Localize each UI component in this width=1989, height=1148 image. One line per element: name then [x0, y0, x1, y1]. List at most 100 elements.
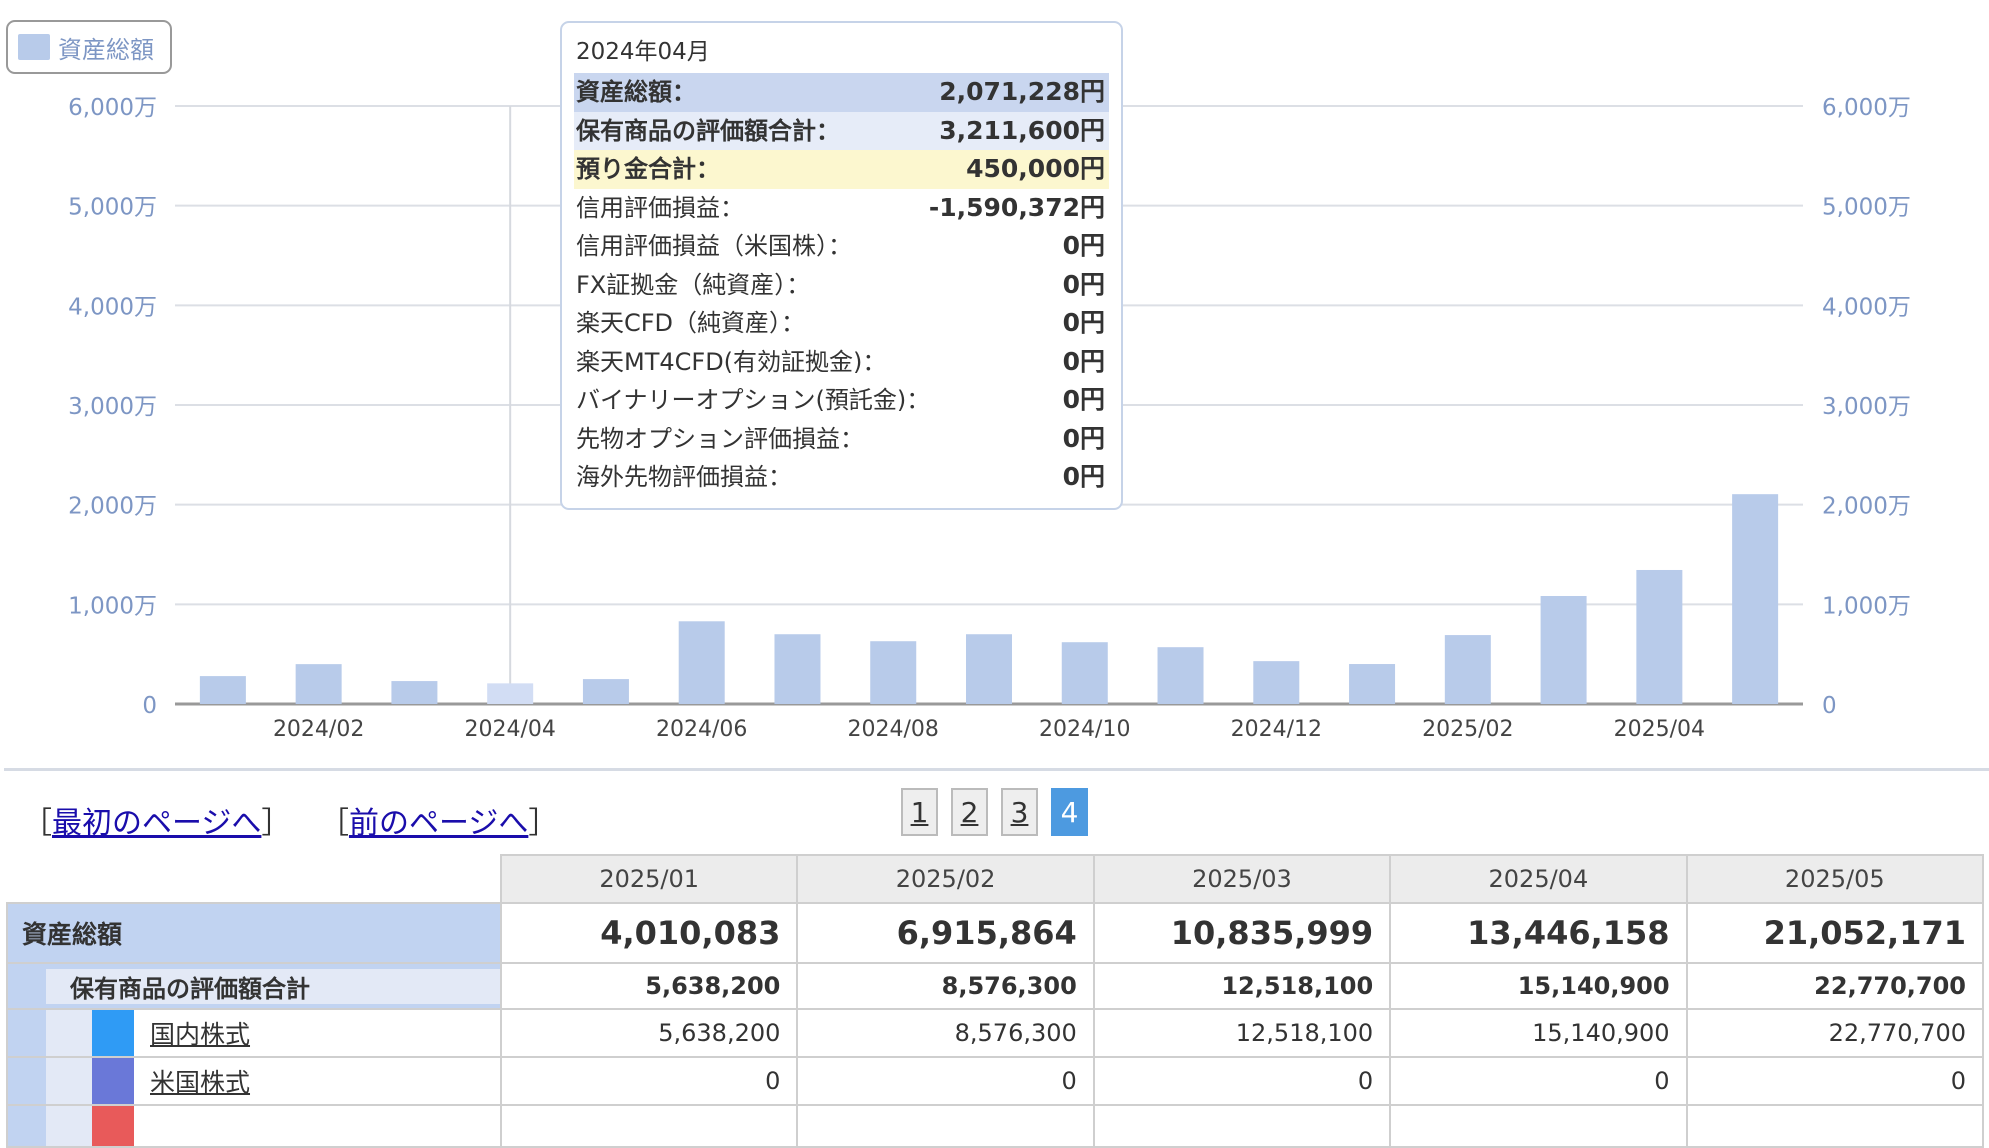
tooltip-row: 海外先物評価損益： 0円: [576, 462, 1105, 491]
y-tick-label-left: 6,000万: [68, 95, 157, 121]
x-tick-label: 2024/04: [464, 717, 555, 742]
page-nav-links: ［最初のページへ］ ［前のページへ］: [22, 806, 559, 841]
x-tick-label: 2024/02: [273, 717, 364, 742]
y-tick-label-right: 6,000万: [1822, 95, 1911, 121]
y-tick-label-left: 2,000万: [68, 494, 157, 520]
bar-2024/04: [487, 683, 534, 704]
cell-value: 22,770,700: [1685, 962, 1985, 1010]
cell-value: 13,446,158: [1389, 902, 1688, 964]
asset-chart: 0 1,000万 2,000万 3,000万 4,000万 5,000万 6,000万 0 1…: [0, 0, 1989, 760]
page-4-button[interactable]: 4: [1051, 788, 1088, 836]
cell-value: 0: [796, 1056, 1095, 1106]
y-tick-label-right: 5,000万: [1822, 195, 1911, 221]
y-tick-label-left: 3,000万: [68, 394, 157, 420]
domestic-stocks-link[interactable]: 国内株式: [150, 1015, 250, 1051]
bar-2024/03: [391, 681, 438, 704]
cell-value: 21,052,171: [1685, 902, 1985, 964]
table-row-partial: [6, 1104, 1985, 1148]
tooltip-row: 先物オプション評価損益： 0円: [576, 423, 1105, 453]
bar-2024/02: [295, 664, 342, 704]
page-3-button[interactable]: 3: [1001, 788, 1038, 836]
bar-2025/02: [1444, 635, 1491, 704]
cell-value: 22,770,700: [1685, 1008, 1985, 1058]
section-divider: [4, 768, 1989, 771]
tooltip-row: 信用評価損益： -1,590,372円: [576, 192, 1105, 222]
legend-swatch: [18, 34, 50, 60]
y-tick-label-right: 4,000万: [1822, 294, 1911, 320]
y-tick-label-right: 2,000万: [1822, 494, 1911, 520]
bar-2024/07: [774, 634, 821, 704]
bar-2024/09: [966, 634, 1012, 704]
y-tick-label-left: 5,000万: [68, 195, 157, 221]
tooltip-title: 2024年04月: [576, 39, 710, 65]
column-header: 2025/01: [499, 854, 799, 904]
first-page-link[interactable]: 最初のページへ: [52, 806, 261, 841]
bar-2024/11: [1157, 647, 1204, 704]
table-row-domestic-stocks: 国内株式 5,638,200 8,576,300 12,518,100 15,1…: [6, 1008, 1985, 1058]
bar-2024/08: [870, 641, 917, 704]
y-tick-label-left: 0: [142, 693, 157, 719]
column-header: 2025/04: [1389, 854, 1688, 904]
page-2-button[interactable]: 2: [951, 788, 988, 836]
cell-value: 12,518,100: [1092, 1008, 1392, 1058]
cell-value: 8,576,300: [796, 1008, 1095, 1058]
tooltip-row: 信用評価損益（米国株）： 0円: [576, 231, 1105, 260]
tooltip-row: バイナリーオプション(預託金)： 0円: [576, 385, 1105, 414]
y-tick-label-right: 3,000万: [1822, 394, 1911, 420]
bar-2024/12: [1253, 661, 1300, 704]
x-tick-label: 2024/08: [848, 717, 939, 742]
pagination: 1 2 3 4: [901, 788, 1088, 836]
bar-2025/05: [1732, 494, 1779, 704]
table-row-total-assets: 資産総額 4,010,083 6,915,864 10,835,999 13,4…: [6, 902, 1985, 964]
column-header: 2025/02: [796, 854, 1095, 904]
x-tick-label: 2024/12: [1231, 717, 1322, 742]
legend-item[interactable]: 資産総額: [6, 20, 172, 74]
cell-value: 12,518,100: [1092, 962, 1392, 1010]
y-tick-label-left: 4,000万: [68, 294, 157, 320]
x-tick-label: 2025/04: [1614, 717, 1705, 742]
table-row-us-stocks: 米国株式 0 0 0 0 0: [6, 1056, 1985, 1106]
row-label: 保有商品の評価額合計: [46, 968, 500, 1004]
cell-value: 10,835,999: [1092, 902, 1392, 964]
bar-2024/01: [199, 676, 246, 704]
page-1-button[interactable]: 1: [901, 788, 938, 836]
cell-value: 15,140,900: [1389, 962, 1688, 1010]
header-blank: [7, 855, 502, 904]
bar-2024/05: [582, 679, 629, 704]
tooltip-row: FX証拠金（純資産）： 0円: [576, 269, 1105, 299]
x-tick-label: 2024/10: [1039, 717, 1130, 742]
bar-2025/01: [1349, 664, 1396, 704]
cell-value: 0: [1685, 1056, 1985, 1106]
cell-value: 5,638,200: [499, 962, 799, 1010]
bar-2025/04: [1636, 569, 1683, 704]
column-header: 2025/05: [1685, 854, 1985, 904]
tooltip-row: 楽天CFD（純資産）： 0円: [576, 308, 1105, 337]
y-tick-label-right: 0: [1822, 693, 1837, 719]
y-axis-right: 0 1,000万 2,000万 3,000万 4,000万 5,000万 6,000万: [1822, 95, 1911, 719]
x-tick-label: 2025/02: [1422, 717, 1513, 742]
column-header: 2025/03: [1092, 854, 1392, 904]
bar-2025/03: [1540, 596, 1587, 704]
cell-value: 0: [499, 1056, 799, 1106]
bar-2024/10: [1061, 642, 1108, 704]
bar-2024/06: [678, 621, 725, 704]
tooltip-row: 資産総額： 2,071,228円: [574, 73, 1109, 112]
cell-value: 15,140,900: [1389, 1008, 1688, 1058]
cell-value: 0: [1389, 1056, 1688, 1106]
chart-tooltip: 2024年04月 資産総額： 2,071,228円 保有商品の評価額合計： 3,21…: [560, 21, 1123, 510]
legend-label: 資産総額: [58, 35, 154, 64]
x-axis: 2024/02 2024/04 2024/06 2024/08 2024/10 2024/…: [273, 717, 1705, 742]
bars: [199, 494, 1779, 704]
cell-value: 5,638,200: [499, 1008, 799, 1058]
us-color-swatch: [92, 1058, 134, 1104]
prev-page-link[interactable]: 前のページへ: [349, 806, 528, 841]
tooltip-row: 預り金合計： 450,000円: [574, 150, 1109, 189]
cell-value: 6,915,864: [796, 902, 1095, 964]
y-tick-label-left: 1,000万: [68, 593, 157, 619]
tooltip-row: 楽天MT4CFD(有効証拠金)： 0円: [576, 346, 1105, 376]
cell-value: 4,010,083: [499, 902, 799, 964]
tooltip-row: 保有商品の評価額合計： 3,211,600円: [574, 111, 1109, 150]
y-tick-label-right: 1,000万: [1822, 593, 1911, 619]
us-stocks-link[interactable]: 米国株式: [150, 1063, 250, 1099]
table-row-holdings: 保有商品の評価額合計 5,638,200 8,576,300 12,518,10…: [6, 962, 1985, 1010]
